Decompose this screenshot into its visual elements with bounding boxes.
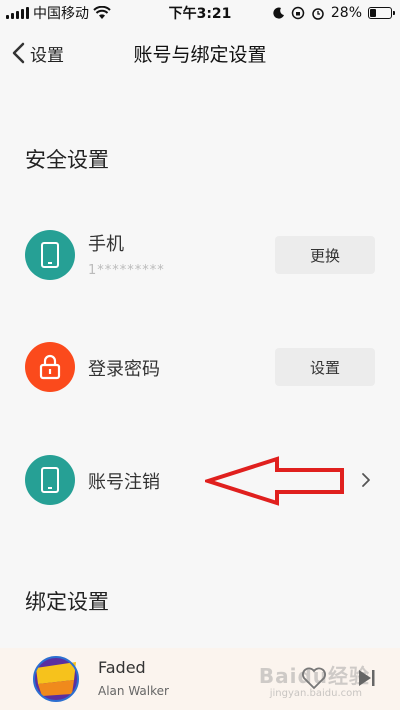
phone-icon	[25, 455, 75, 505]
change-phone-button[interactable]: 更换	[275, 236, 375, 274]
battery-icon	[368, 7, 395, 19]
phone-icon	[25, 230, 75, 280]
row-label-password: 登录密码	[88, 359, 160, 380]
set-password-button[interactable]: 设置	[275, 348, 375, 386]
rotation-lock-icon	[291, 6, 305, 20]
nav-bar: 设置 账号与绑定设置	[0, 26, 400, 80]
chevron-right-icon	[362, 473, 370, 487]
alarm-icon	[312, 8, 324, 20]
mini-player[interactable]: Faded Alan Walker Baidu经验 jingyan.baidu.…	[0, 648, 400, 710]
heart-icon[interactable]	[300, 664, 328, 692]
lock-icon	[25, 342, 75, 392]
player-controls	[300, 664, 380, 692]
battery-fill	[370, 9, 377, 17]
song-artist: Alan Walker	[98, 684, 169, 698]
next-icon[interactable]	[352, 664, 380, 692]
back-button[interactable]: 设置	[10, 41, 64, 66]
phone-number: 1*********	[88, 263, 165, 278]
section-title-security: 安全设置	[25, 148, 109, 172]
moon-icon	[273, 7, 284, 19]
back-label: 设置	[30, 45, 64, 66]
status-bar: 中国移动 下午3:21 28%	[0, 0, 400, 26]
battery-percent: 28%	[330, 5, 362, 21]
row-password: 登录密码 设置	[0, 332, 400, 402]
row-label-phone: 手机	[88, 234, 124, 255]
row-label-account-cancel: 账号注销	[88, 472, 160, 493]
section-title-binding: 绑定设置	[25, 590, 109, 614]
song-title: Faded	[98, 658, 146, 677]
status-right: 28%	[273, 5, 395, 21]
red-arrow-annotation	[205, 456, 344, 506]
album-art	[33, 656, 79, 702]
chevron-left-icon	[12, 42, 25, 64]
row-phone: 手机 1********* 更换	[0, 220, 400, 290]
